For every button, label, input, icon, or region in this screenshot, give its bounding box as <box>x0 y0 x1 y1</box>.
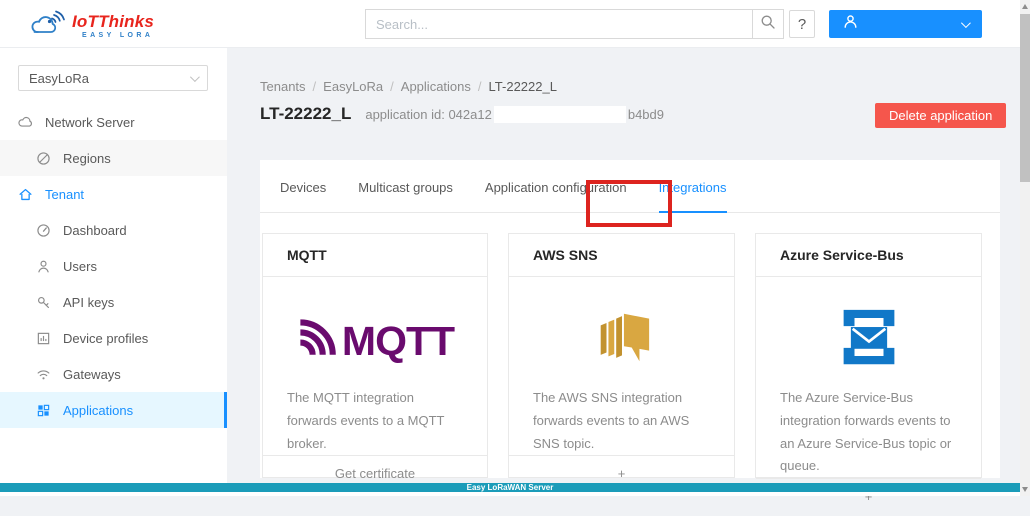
card-title: Azure Service-Bus <box>756 234 981 277</box>
sidebar-item-label: API keys <box>63 294 115 310</box>
footer-status-bar: Easy LoRaWAN Server <box>0 483 1020 492</box>
device-profile-icon <box>36 331 51 346</box>
sidebar-item-label: Device profiles <box>63 330 149 346</box>
sidebar-item-label: Tenant <box>45 186 85 202</box>
scroll-up-arrow-icon[interactable] <box>1022 4 1028 9</box>
aws-sns-logo <box>591 306 653 373</box>
app-id-redaction <box>493 105 626 123</box>
organization-select-value: EasyLoRa <box>29 70 89 86</box>
wifi-icon <box>36 367 51 382</box>
footer-label: Easy LoRaWAN Server <box>466 483 554 492</box>
tab-multicast-groups[interactable]: Multicast groups <box>358 180 453 212</box>
question-mark-icon: ? <box>797 15 807 33</box>
help-button[interactable]: ? <box>789 10 815 38</box>
dashboard-icon <box>36 223 51 238</box>
sidebar-item-tenant[interactable]: Tenant <box>0 176 227 212</box>
integration-card-azure-service-bus: Azure Service-Bus The Azure Service-Bus … <box>755 233 982 504</box>
sidebar-item-label: Users <box>63 258 97 274</box>
app-logo: IoTThinks EASY LORA <box>28 8 154 43</box>
sidebar-item-regions[interactable]: Regions <box>0 140 227 176</box>
chevron-down-icon <box>189 71 200 82</box>
logo-subtitle: EASY LORA <box>82 31 154 39</box>
sidebar-item-device-profiles[interactable]: Device profiles <box>0 320 227 356</box>
breadcrumb: Tenants / EasyLoRa / Applications / LT-22222_L <box>260 79 557 94</box>
delete-application-button[interactable]: Delete application <box>875 103 1007 128</box>
search-icon <box>760 14 776 35</box>
sidebar-item-network-server[interactable]: Network Server <box>0 104 227 140</box>
bottom-strip <box>0 492 1030 496</box>
tab-application-configuration[interactable]: Application configuration <box>485 180 627 212</box>
sidebar-item-label: Gateways <box>63 366 121 382</box>
card-description: The AWS SNS integration forwards events … <box>533 390 690 451</box>
card-title: MQTT <box>263 234 487 277</box>
tab-devices[interactable]: Devices <box>280 180 326 212</box>
home-icon <box>18 187 33 202</box>
integration-card-mqtt: MQTT MQTT The MQTT integration forwards … <box>262 233 488 481</box>
breadcrumb-current: LT-22222_L <box>488 79 557 94</box>
card-title: AWS SNS <box>509 234 734 277</box>
grid-icon <box>36 403 51 418</box>
tab-bar: Devices Multicast groups Application con… <box>260 160 1000 213</box>
chevron-down-icon <box>960 17 971 28</box>
key-icon <box>36 295 51 310</box>
card-description: The Azure Service-Bus integration forwar… <box>780 390 952 474</box>
sidebar: EasyLoRa Network Server Regions Tenant D… <box>0 48 227 483</box>
page-title: LT-22222_L <box>260 104 352 123</box>
user-icon <box>36 259 51 274</box>
sidebar-item-label: Applications <box>63 402 134 418</box>
user-icon <box>843 14 858 34</box>
organization-select[interactable]: EasyLoRa <box>18 65 208 91</box>
vertical-scrollbar[interactable] <box>1020 0 1030 496</box>
content-panel: Devices Multicast groups Application con… <box>260 160 1000 504</box>
sidebar-item-users[interactable]: Users <box>0 248 227 284</box>
search-input[interactable] <box>365 9 753 39</box>
breadcrumb-tenants[interactable]: Tenants <box>260 79 306 94</box>
cloud-signal-logo-icon <box>28 8 66 43</box>
mqtt-logo: MQTT <box>296 319 455 362</box>
user-menu-button[interactable] <box>829 10 982 38</box>
azure-service-bus-logo <box>836 308 902 371</box>
breadcrumb-easylora[interactable]: EasyLoRa <box>323 79 383 94</box>
sidebar-item-gateways[interactable]: Gateways <box>0 356 227 392</box>
sidebar-item-label: Network Server <box>45 114 135 130</box>
application-id: application id: 042a12 b4bd9 <box>365 105 664 123</box>
logo-title: IoTThinks <box>72 11 155 31</box>
breadcrumb-applications[interactable]: Applications <box>401 79 471 94</box>
sidebar-item-label: Dashboard <box>63 222 127 238</box>
scroll-down-arrow-icon[interactable] <box>1022 487 1028 492</box>
sidebar-item-applications[interactable]: Applications <box>0 392 227 428</box>
search-button[interactable] <box>752 9 784 39</box>
compass-icon <box>36 151 51 166</box>
card-description: The MQTT integration forwards events to … <box>287 390 445 451</box>
sidebar-item-label: Regions <box>63 150 111 166</box>
scrollbar-thumb[interactable] <box>1020 14 1030 182</box>
integration-card-aws-sns: AWS SNS The AWS SNS integration forwards… <box>508 233 735 481</box>
top-header: IoTThinks EASY LORA ? <box>0 0 1030 48</box>
cloud-icon <box>18 115 33 130</box>
tab-integrations[interactable]: Integrations <box>658 180 727 213</box>
integration-cards: MQTT MQTT The MQTT integration forwards … <box>262 233 982 504</box>
sidebar-item-dashboard[interactable]: Dashboard <box>0 212 227 248</box>
sidebar-item-api-keys[interactable]: API keys <box>0 284 227 320</box>
